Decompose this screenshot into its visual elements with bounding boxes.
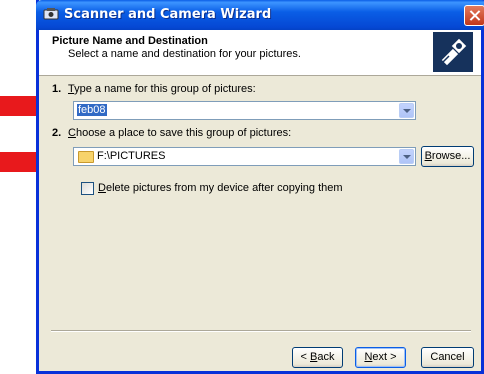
delete-accel: D [98,182,106,194]
step-2-label-accel: C [68,127,76,139]
browse-label: rowse... [431,150,471,162]
wizard-header: Picture Name and Destination Select a na… [39,30,481,76]
footer-separator [51,330,471,332]
delete-after-copy-label: Delete pictures from my device after cop… [98,182,343,194]
back-button[interactable]: < Back [292,347,343,368]
delete-after-copy-checkbox[interactable] [81,182,94,195]
title-bar[interactable]: Scanner and Camera Wizard [36,0,484,30]
chevron-down-icon[interactable] [399,149,414,164]
delete-label-text: elete pictures from my device after copy… [105,182,343,194]
step-1-number: 1. [52,83,62,95]
window-title: Scanner and Camera Wizard [64,7,272,22]
page-title: Picture Name and Destination [52,35,208,47]
back-prefix: < [300,351,310,363]
step-2-number: 2. [52,127,62,139]
camera-scanner-icon [433,32,473,72]
back-label: ack [317,351,335,363]
browse-accel: B [424,150,432,162]
step-2-label: Choose a place to save this group of pic… [68,127,291,139]
group-name-combobox[interactable]: feb08 [73,101,416,120]
destination-combobox[interactable]: F:\PICTURES [73,147,416,166]
wizard-window: Scanner and Camera Wizard Picture Name a… [36,0,484,374]
destination-value: F:\PICTURES [97,150,166,162]
scanner-icon [43,8,59,20]
step-1-label: Type a name for this group of pictures: [68,83,256,95]
folder-icon [78,151,94,163]
step-2-label-text: hoose a place to save this group of pict… [75,127,292,139]
next-button[interactable]: Next > [355,347,406,368]
close-button[interactable] [464,5,484,26]
chevron-down-icon[interactable] [399,103,414,118]
group-name-value: feb08 [77,104,107,116]
step-1-label-text: ype a name for this group of pictures: [74,83,256,95]
next-label: ext > [372,351,397,363]
page-subtitle: Select a name and destination for your p… [68,48,301,60]
cancel-button[interactable]: Cancel [421,347,474,368]
browse-button[interactable]: Browse... [421,146,474,167]
